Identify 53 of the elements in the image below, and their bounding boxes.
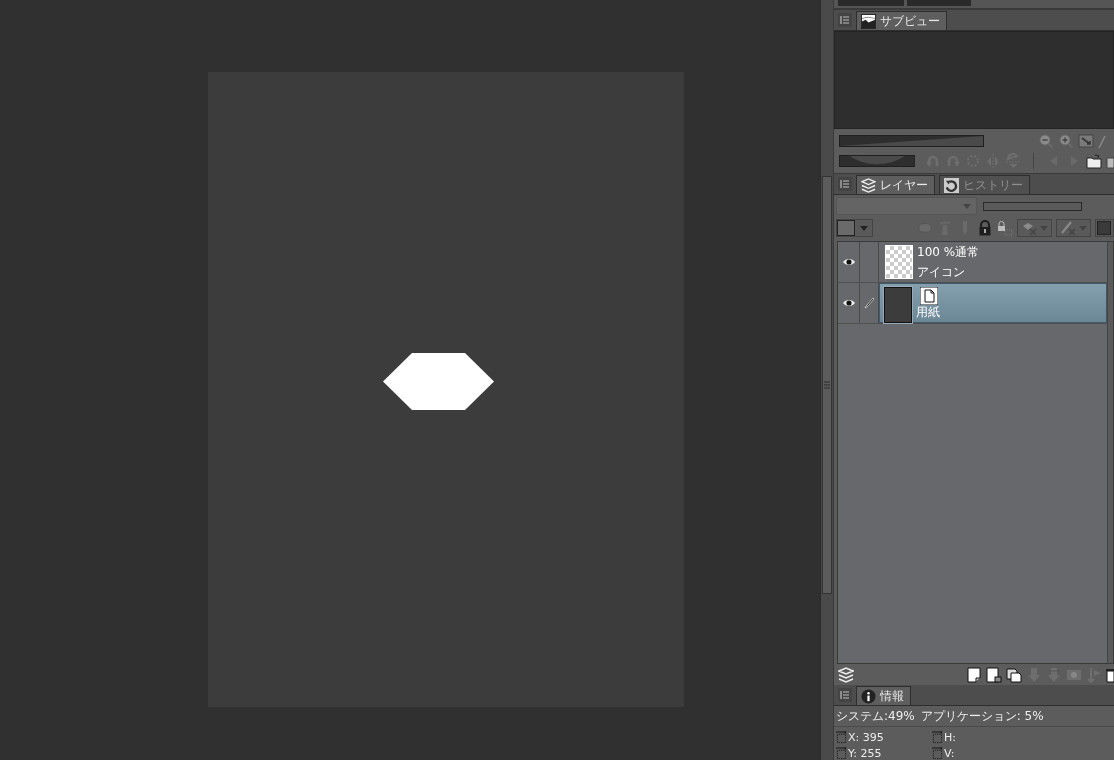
tab[interactable]: レイヤー — [856, 175, 935, 194]
zoom-wedge-bar[interactable] — [839, 135, 984, 147]
ruler-dropdown-button[interactable] — [1055, 219, 1091, 237]
new-vector-layer-icon[interactable] — [986, 666, 1002, 683]
scrollbar-track[interactable] — [1107, 242, 1113, 663]
memory-usage-text: アプリケーション: 5% — [920, 707, 1044, 725]
coordinate-text: Y: 255 — [848, 746, 882, 760]
scrollbar-thumb[interactable] — [822, 176, 832, 594]
menu-icon[interactable] — [838, 13, 852, 27]
rotation-curve-bar[interactable] — [839, 155, 916, 167]
folder-icon[interactable] — [1086, 153, 1102, 169]
size-frame-icon — [932, 746, 943, 760]
tab[interactable]: サブビュー — [856, 11, 947, 30]
page-icon — [920, 287, 938, 305]
layer-thumbnail — [885, 245, 913, 279]
pen-nib-icon — [864, 297, 874, 309]
dark-field — [838, 0, 904, 6]
layer-name: アイコン — [917, 265, 965, 279]
dropdown-arrow-icon — [860, 225, 868, 231]
coordinate-text: V: — [944, 746, 955, 760]
menu-icon[interactable] — [838, 688, 852, 702]
position-frame-icon — [836, 746, 847, 760]
scrollbar-track[interactable] — [820, 0, 834, 760]
mask-dropdown-button[interactable] — [1016, 219, 1052, 237]
layers-icon — [861, 177, 876, 193]
lock-transparency-icon[interactable] — [996, 220, 1013, 236]
opacity-field[interactable] — [983, 201, 1082, 211]
memory-usage-text: システム:49% — [836, 707, 915, 725]
position-frame-icon — [836, 730, 847, 744]
eye-icon — [842, 299, 855, 307]
coordinate-text: X: 395 — [848, 730, 884, 744]
dropdown-arrow-icon — [963, 203, 971, 209]
dark-field — [907, 0, 971, 6]
menu-icon[interactable] — [838, 177, 852, 191]
new-layer-icon[interactable] — [966, 666, 982, 683]
blend-mode-dropdown[interactable] — [836, 197, 977, 215]
layer-item[interactable]: 100 %通常 アイコン — [879, 242, 1107, 282]
layers-icon[interactable] — [838, 666, 854, 683]
layer-name: 用紙 — [916, 305, 940, 319]
layer-item[interactable]: 用紙 — [879, 283, 1107, 323]
layer-mode-label: 100 %通常 — [917, 245, 980, 259]
trash-icon[interactable] — [1106, 666, 1114, 683]
new-folder-icon[interactable] — [1006, 666, 1022, 683]
coordinate-text: H: — [944, 730, 956, 744]
layer-color-button[interactable] — [1094, 219, 1114, 237]
zoom-in-icon[interactable] — [1058, 133, 1074, 149]
layer-thumbnail — [884, 287, 912, 323]
eye-icon — [842, 258, 855, 266]
zoom-out-icon[interactable] — [1038, 133, 1054, 149]
color-swatch-dropdown[interactable] — [836, 219, 873, 237]
tab[interactable]: 情報 — [856, 686, 911, 705]
ruler-off-icon — [1059, 220, 1076, 236]
size-frame-icon — [932, 730, 943, 744]
